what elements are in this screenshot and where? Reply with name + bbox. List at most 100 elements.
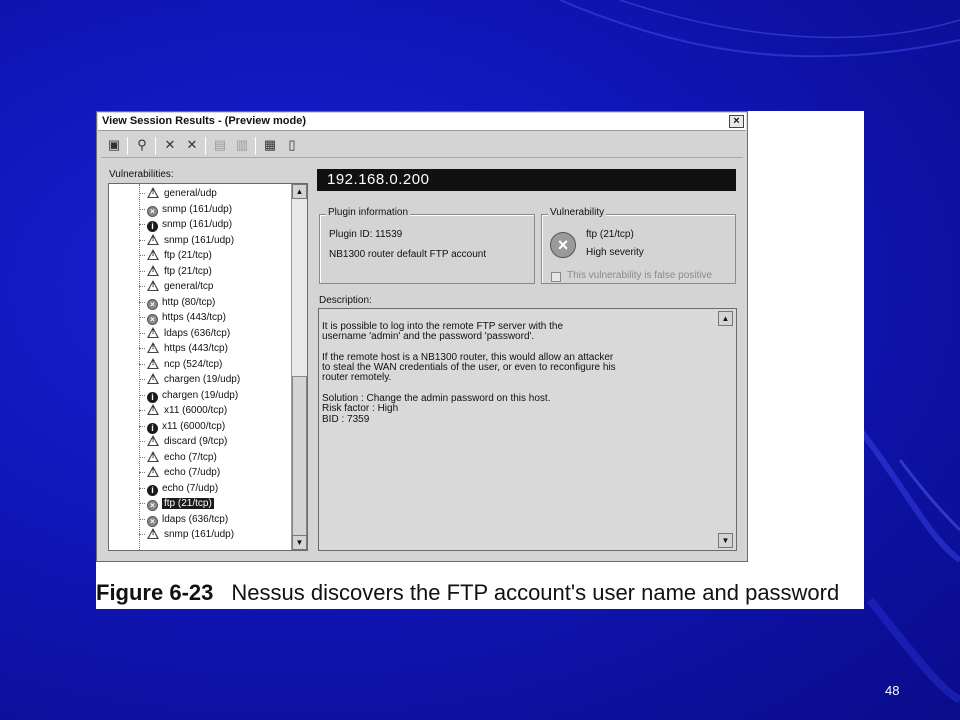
tree-hook — [139, 441, 145, 442]
tree-item[interactable]: i x11 (6000/tcp) — [109, 419, 291, 435]
plugin-information-group: Plugin information Plugin ID: 11539 NB13… — [319, 207, 535, 284]
tree-hook — [139, 193, 145, 194]
tree-hook — [139, 255, 145, 256]
tree-item-label: discard (9/tcp) — [164, 436, 228, 447]
security-hole-icon: × — [147, 298, 158, 310]
tree-item[interactable]: ! snmp (161/udp) — [109, 233, 291, 249]
tree-hook — [139, 208, 145, 210]
tree-hook — [139, 487, 145, 489]
tree-item[interactable]: ! general/tcp — [109, 279, 291, 295]
tree-item[interactable]: ! chargen (19/udp) — [109, 372, 291, 388]
tree-item[interactable]: ! ncp (524/tcp) — [109, 357, 291, 373]
security-hole-icon: × — [550, 232, 576, 258]
tree-item-label: echo (7/udp) — [162, 482, 219, 494]
tree-item[interactable]: i chargen (19/udp) — [109, 388, 291, 404]
tree-hook — [139, 270, 145, 272]
tree-item-label: general/udp — [164, 188, 217, 199]
figure-image: View Session Results - (Preview mode) × … — [96, 111, 864, 609]
warning-icon: ! — [147, 280, 159, 291]
tree-item[interactable]: × http (80/tcp) — [109, 295, 291, 311]
tree-item-label: chargen (19/udp) — [162, 389, 239, 401]
tree-item[interactable]: ! discard (9/tcp) — [109, 434, 291, 450]
tree-item[interactable]: × https (443/tcp) — [109, 310, 291, 326]
warning-icon: ! — [147, 264, 159, 276]
tree-item[interactable]: ! ldaps (636/tcp) — [109, 326, 291, 342]
tree-hook — [139, 363, 145, 365]
scroll-thumb[interactable] — [292, 376, 307, 536]
tree-item[interactable]: ! ftp (21/tcp) — [109, 264, 291, 280]
export-icon[interactable]: ▤ — [211, 137, 229, 153]
tree-item-label: https (443/tcp) — [164, 343, 228, 354]
false-positive-label: This vulnerability is false positive — [567, 270, 713, 281]
scroll-up-button[interactable]: ▲ — [292, 184, 307, 199]
false-positive-checkbox[interactable] — [551, 272, 561, 282]
tree-item[interactable]: ! x11 (6000/tcp) — [109, 403, 291, 419]
window-titlebar: View Session Results - (Preview mode) × — [98, 113, 746, 131]
figure-caption-text: Nessus discovers the FTP account's user … — [231, 580, 840, 605]
tree-item-label: general/tcp — [164, 281, 214, 292]
tree-item-label: https (443/tcp) — [162, 312, 226, 323]
warning-icon: ! — [147, 450, 159, 462]
close-button[interactable]: × — [729, 115, 744, 128]
description-scrollbar[interactable]: ▲ ▼ — [718, 311, 734, 548]
session-results-window: View Session Results - (Preview mode) × … — [96, 111, 748, 562]
tree-item[interactable]: i snmp (161/udp) — [109, 217, 291, 233]
tree-item[interactable]: i echo (7/udp) — [109, 481, 291, 497]
delete-all-icon[interactable]: ✕ — [183, 137, 201, 153]
tree-item-label: http (80/tcp) — [162, 296, 216, 308]
vulnerability-group: Vulnerability × ftp (21/tcp) High severi… — [541, 207, 736, 284]
tree-item[interactable]: ! https (443/tcp) — [109, 341, 291, 357]
warning-icon: ! — [147, 528, 159, 539]
tree-hook — [139, 224, 145, 225]
tree-item[interactable]: ! ftp (21/tcp) — [109, 248, 291, 264]
tree-scrollbar[interactable]: ▲ ▼ — [291, 184, 307, 550]
tree-item[interactable]: × ftp (21/tcp) — [109, 496, 291, 512]
tree-item-label: chargen (19/udp) — [164, 374, 241, 385]
desc-scroll-down-button[interactable]: ▼ — [718, 533, 733, 548]
tree-item-label: snmp (161/udp) — [162, 203, 233, 215]
tree-item-label: ftp (21/tcp) — [162, 498, 214, 509]
tree-hook — [139, 503, 145, 504]
figure-number: Figure 6-23 — [96, 580, 214, 605]
tree-item[interactable]: ! echo (7/udp) — [109, 465, 291, 481]
info-icon: i — [147, 391, 158, 403]
warning-icon: ! — [147, 373, 159, 384]
tree-item[interactable]: ! echo (7/tcp) — [109, 450, 291, 466]
tree-hook — [139, 534, 145, 535]
description-text: It is possible to log into the remote FT… — [322, 321, 616, 425]
warning-icon: ! — [147, 233, 159, 245]
warning-icon: ! — [147, 466, 159, 477]
tree-item[interactable]: × snmp (161/udp) — [109, 202, 291, 218]
tree-item-label: x11 (6000/tcp) — [164, 405, 228, 416]
tree-item[interactable]: × ldaps (636/tcp) — [109, 512, 291, 528]
desc-scroll-up-button[interactable]: ▲ — [718, 311, 733, 326]
warning-icon: ! — [147, 187, 159, 198]
tree-hook — [139, 317, 145, 318]
description-textbox[interactable]: It is possible to log into the remote FT… — [318, 308, 737, 551]
info-icon: i — [147, 484, 158, 496]
page-number: 48 — [885, 683, 900, 698]
tree-item-label: ncp (524/tcp) — [164, 358, 223, 370]
tree-item-label: snmp (161/udp) — [164, 529, 235, 540]
host-ip-header: 192.168.0.200 — [317, 169, 736, 191]
tree-item-label: ldaps (636/tcp) — [164, 327, 231, 339]
find-icon[interactable]: ⚲ — [133, 137, 151, 153]
scroll-down-button[interactable]: ▼ — [292, 535, 307, 550]
report-icon[interactable]: ▥ — [233, 137, 251, 153]
tree-hook — [139, 472, 145, 473]
plugin-name: NB1300 router default FTP account — [329, 249, 487, 260]
tree-item-label: snmp (161/udp) — [164, 234, 235, 246]
delete-icon[interactable]: ✕ — [161, 137, 179, 153]
tree-hook — [139, 394, 145, 396]
vulnerability-tree[interactable]: ! general/udp × snmp (161/udp) i snmp (161/ud… — [108, 183, 308, 551]
tree-hook — [139, 410, 145, 411]
tree-item[interactable]: ! general/udp — [109, 186, 291, 202]
tree-item-label: snmp (161/udp) — [162, 219, 233, 230]
security-hole-icon: × — [147, 314, 158, 325]
warning-icon: ! — [147, 404, 159, 415]
warning-icon: ! — [147, 342, 159, 353]
tree-item[interactable]: ! snmp (161/udp) — [109, 527, 291, 543]
exit-icon[interactable]: ▯ — [283, 137, 301, 153]
save-icon[interactable]: ▣ — [105, 137, 123, 153]
filter-icon[interactable]: ▦ — [261, 137, 279, 153]
